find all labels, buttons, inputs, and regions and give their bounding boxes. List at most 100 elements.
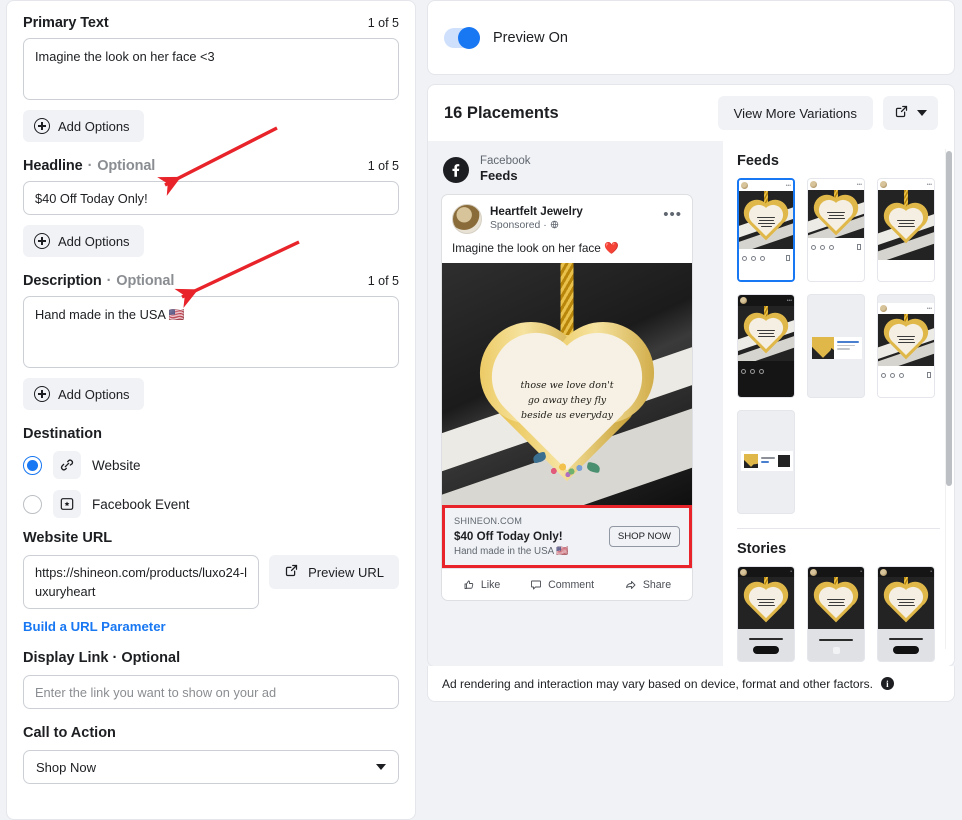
display-link-input[interactable]: Enter the link you want to show on your … (23, 675, 399, 709)
destination-option-facebook-event[interactable]: Facebook Event (23, 490, 399, 518)
link-domain: SHINEON.COM (454, 516, 523, 527)
thumb-more-icon: ••• (856, 181, 862, 188)
build-url-parameter-link[interactable]: Build a URL Parameter (23, 619, 166, 634)
share-action[interactable]: Share (624, 579, 671, 591)
placement-thumbnail[interactable]: • (877, 566, 935, 662)
label-separator: · (83, 158, 97, 174)
thumb-header: ••• (739, 180, 793, 191)
thumbnail-scrollbar[interactable] (945, 149, 952, 649)
call-to-action-select[interactable]: Shop Now (23, 750, 399, 784)
thumb-action-icons (811, 244, 861, 250)
description-label: Description · Optional (23, 273, 174, 289)
preview-toggle-card: Preview On (427, 0, 955, 75)
primary-text-label: Primary Text (23, 15, 109, 31)
placements-title: 16 Placements (444, 103, 559, 122)
placement-thumbnail[interactable]: ••• (877, 178, 935, 282)
placement-thumbnail[interactable]: • (807, 566, 865, 662)
description-counter: 1 of 5 (367, 274, 399, 288)
ads-manager-screen: Primary Text 1 of 5 Imagine the look on … (0, 0, 962, 820)
placement-thumbnails-column: Feeds ••• ••• ••• ••• ••• Stories • • • (723, 141, 954, 666)
open-external-preview-button[interactable] (883, 96, 938, 130)
scrollbar-thumb[interactable] (946, 151, 952, 486)
thumb-image (744, 454, 758, 468)
info-icon[interactable]: i (880, 677, 894, 690)
thumb-image (739, 191, 793, 249)
headline-label-text: Headline (23, 158, 83, 174)
description-input[interactable]: Hand made in the USA 🇺🇸 (23, 296, 399, 368)
preview-toggle-label: Preview On (493, 29, 568, 46)
label-separator: · (108, 650, 122, 666)
thumb-image (808, 190, 864, 238)
thumb-image (738, 306, 794, 361)
placement-thumbnail[interactable] (807, 294, 865, 398)
thumb-footer (878, 629, 934, 661)
placement-thumbnail[interactable]: ••• (737, 294, 795, 398)
primary-text-input[interactable]: Imagine the look on her face <3 (23, 38, 399, 100)
placement-thumbnail[interactable] (737, 410, 795, 514)
radio-facebook-event[interactable] (23, 494, 42, 514)
thumb-footer (738, 361, 794, 397)
website-url-label: Website URL (23, 530, 113, 546)
thumb-header: ••• (738, 295, 794, 306)
shop-now-button[interactable]: SHOP NOW (608, 526, 680, 548)
ad-body-text: Imagine the look on her face ❤️ (452, 241, 619, 256)
pendant-engraving-text: those we love don't go away they fly bes… (520, 380, 614, 421)
comment-action[interactable]: Comment (530, 579, 594, 591)
thumb-footer (738, 629, 794, 661)
more-options-icon[interactable]: ••• (663, 204, 682, 222)
preview-toggle[interactable] (444, 26, 480, 49)
ad-brand-block: Heartfelt Jewelry Sponsored · (490, 204, 655, 233)
plus-circle-icon (34, 386, 50, 402)
placement-thumbnail[interactable]: ••• (877, 294, 935, 398)
thumb-header: • (878, 567, 934, 577)
headline-header: Headline · Optional 1 of 5 (23, 158, 399, 174)
primary-text-add-options-button[interactable]: Add Options (23, 110, 144, 142)
display-link-label-text: Display Link (23, 650, 109, 666)
feeds-thumbnail-grid: ••• ••• ••• ••• ••• (737, 178, 940, 514)
placement-name: Feeds (480, 168, 518, 184)
placement-thumbnail[interactable]: ••• (807, 178, 865, 282)
placement-thumbnail[interactable]: • (737, 566, 795, 662)
ad-brand-name: Heartfelt Jewelry (490, 205, 583, 219)
link-description: Hand made in the USA 🇺🇸 (454, 545, 569, 557)
ad-preview-panel: Preview On 16 Placements View More Varia… (427, 0, 955, 702)
thumb-more-icon: ••• (785, 182, 791, 189)
preview-disclaimer: Ad rendering and interaction may vary ba… (427, 666, 955, 702)
placement-thumbnail[interactable]: ••• (737, 178, 795, 282)
thumb-header: ••• (808, 179, 864, 190)
thumb-footer (739, 249, 793, 280)
view-more-variations-button[interactable]: View More Variations (717, 96, 873, 130)
headline-input[interactable]: $40 Off Today Only! (23, 181, 399, 215)
chevron-down-icon (376, 764, 386, 770)
destination-option-website[interactable]: Website (23, 451, 399, 479)
ad-card-header: Heartfelt Jewelry Sponsored · ••• (442, 195, 692, 240)
destination-facebook-event-label: Facebook Event (92, 496, 190, 512)
headline-add-options-button[interactable]: Add Options (23, 225, 144, 257)
stories-thumbnail-grid: • • • (737, 566, 940, 662)
link-icon (53, 451, 81, 479)
link-preview-text: SHINEON.COM $40 Off Today Only! Hand mad… (454, 515, 601, 558)
destination-website-label: Website (92, 457, 141, 473)
like-action[interactable]: Like (463, 579, 500, 591)
add-options-label: Add Options (58, 386, 130, 402)
description-add-options-button[interactable]: Add Options (23, 378, 144, 410)
thumb-text-lines (834, 337, 862, 359)
website-url-input[interactable]: https://shineon.com/products/luxo24-luxu… (23, 555, 260, 609)
ad-sponsored-label: Sponsored (490, 220, 541, 232)
thumb-avatar-icon (880, 305, 887, 312)
placements-header: 16 Placements View More Variations (428, 85, 954, 141)
globe-icon: · (543, 219, 558, 233)
radio-website[interactable] (23, 455, 42, 475)
headline-optional-text: Optional (97, 158, 156, 174)
label-separator: · (102, 273, 116, 289)
ad-preview-column: Facebook Feeds Heartfelt Jewelry Sponsor… (428, 141, 723, 666)
thumbnail-section-divider (737, 528, 940, 529)
external-link-icon (894, 104, 909, 122)
add-options-label: Add Options (58, 233, 130, 249)
link-headline: $40 Off Today Only! (454, 530, 563, 544)
ad-creative-form-panel: Primary Text 1 of 5 Imagine the look on … (6, 0, 416, 820)
thumb-image (738, 577, 794, 629)
preview-url-button[interactable]: Preview URL (269, 555, 399, 589)
thumb-footer (808, 238, 864, 281)
chevron-down-icon (917, 110, 927, 116)
